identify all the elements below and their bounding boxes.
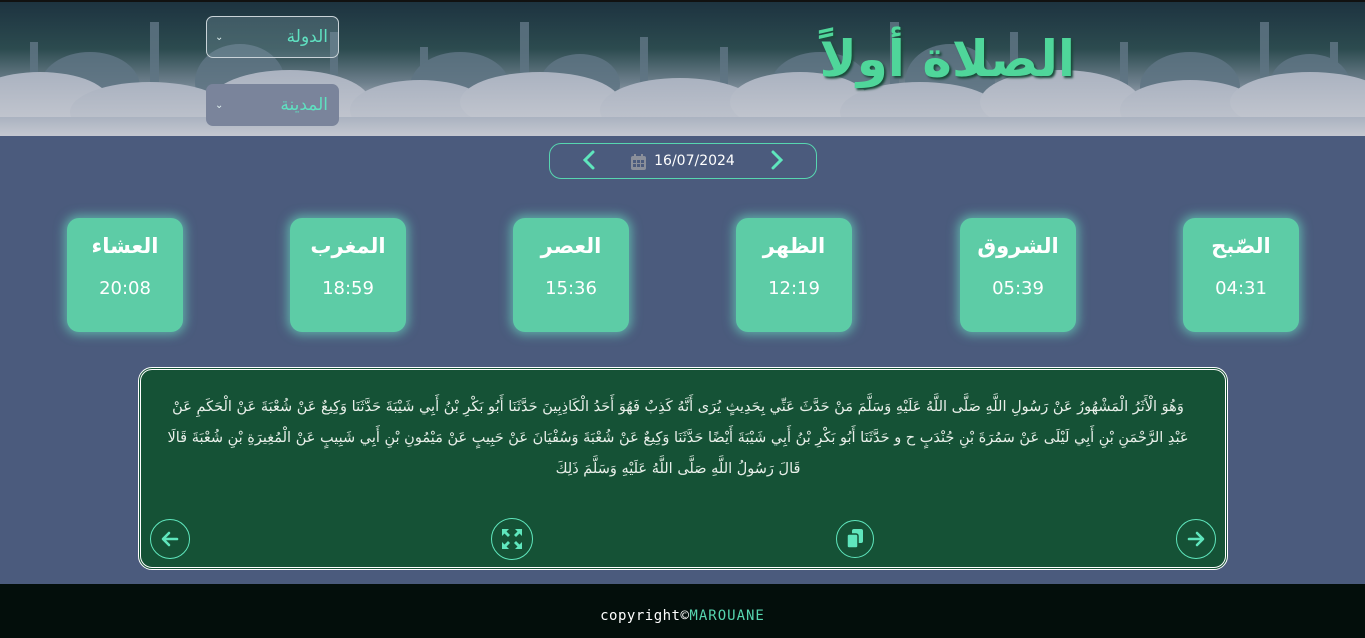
hadith-text: وَهُوَ الْأَثَرُ الْمَشْهُورُ عَنْ رَسُو… [167, 399, 1189, 477]
date-navigator: 16/07/2024 [549, 143, 817, 179]
page-title: الصلاة أولاً [819, 30, 1075, 88]
hadith-panel: وَهُوَ الْأَثَرُ الْمَشْهُورُ عَنْ رَسُو… [138, 367, 1228, 570]
prayer-name: المغرب [310, 234, 386, 258]
prayer-time: 12:19 [768, 278, 820, 299]
prayer-name: الشروق [977, 234, 1059, 258]
next-hadith-button[interactable] [1176, 519, 1216, 559]
prayer-time: 04:31 [1215, 278, 1267, 299]
chevron-right-icon[interactable] [770, 150, 784, 175]
prayer-card-isha: العشاء 20:08 [67, 218, 183, 332]
chevron-down-icon: ⌄ [215, 99, 224, 111]
chevron-left-icon[interactable] [582, 150, 596, 175]
chevron-down-icon: ⌄ [215, 31, 224, 43]
prayer-card-asr: العصر 15:36 [513, 218, 629, 332]
header-banner: ⌄ الدولة ⌄ المدينة الصلاة أولاً [0, 0, 1365, 136]
footer: copyright© MAROUANE [0, 584, 1365, 638]
current-date: 16/07/2024 [654, 153, 735, 169]
previous-hadith-button[interactable] [150, 519, 190, 559]
fullscreen-button[interactable] [491, 518, 533, 560]
prayer-name: العشاء [91, 234, 159, 258]
arrow-right-icon [1187, 531, 1205, 547]
country-select-label: الدولة [286, 27, 328, 47]
prayer-name: الصّبح [1211, 234, 1271, 258]
city-select-label: المدينة [280, 95, 328, 115]
prayer-card-sunrise: الشروق 05:39 [960, 218, 1076, 332]
copy-icon [846, 529, 863, 549]
prayer-time: 18:59 [322, 278, 374, 299]
date-display[interactable]: 16/07/2024 [631, 153, 735, 170]
prayer-name: الظهر [762, 234, 826, 258]
prayer-time: 15:36 [545, 278, 597, 299]
copyright-text: copyright© [600, 608, 690, 624]
prayer-name: العصر [540, 234, 602, 258]
prayer-card-dhuhr: الظهر 12:19 [736, 218, 852, 332]
author-name: MAROUANE [689, 608, 765, 624]
mosque-skyline-image [0, 22, 1365, 136]
city-select[interactable]: ⌄ المدينة [206, 84, 339, 126]
calendar-icon [631, 153, 647, 170]
prayer-time: 20:08 [99, 278, 151, 299]
prayer-card-fajr: الصّبح 04:31 [1183, 218, 1299, 332]
copy-hadith-button[interactable] [836, 520, 874, 558]
arrow-left-icon [161, 531, 179, 547]
expand-icon [502, 529, 522, 549]
country-select[interactable]: ⌄ الدولة [206, 16, 339, 58]
prayer-time: 05:39 [992, 278, 1044, 299]
prayer-card-maghrib: المغرب 18:59 [290, 218, 406, 332]
